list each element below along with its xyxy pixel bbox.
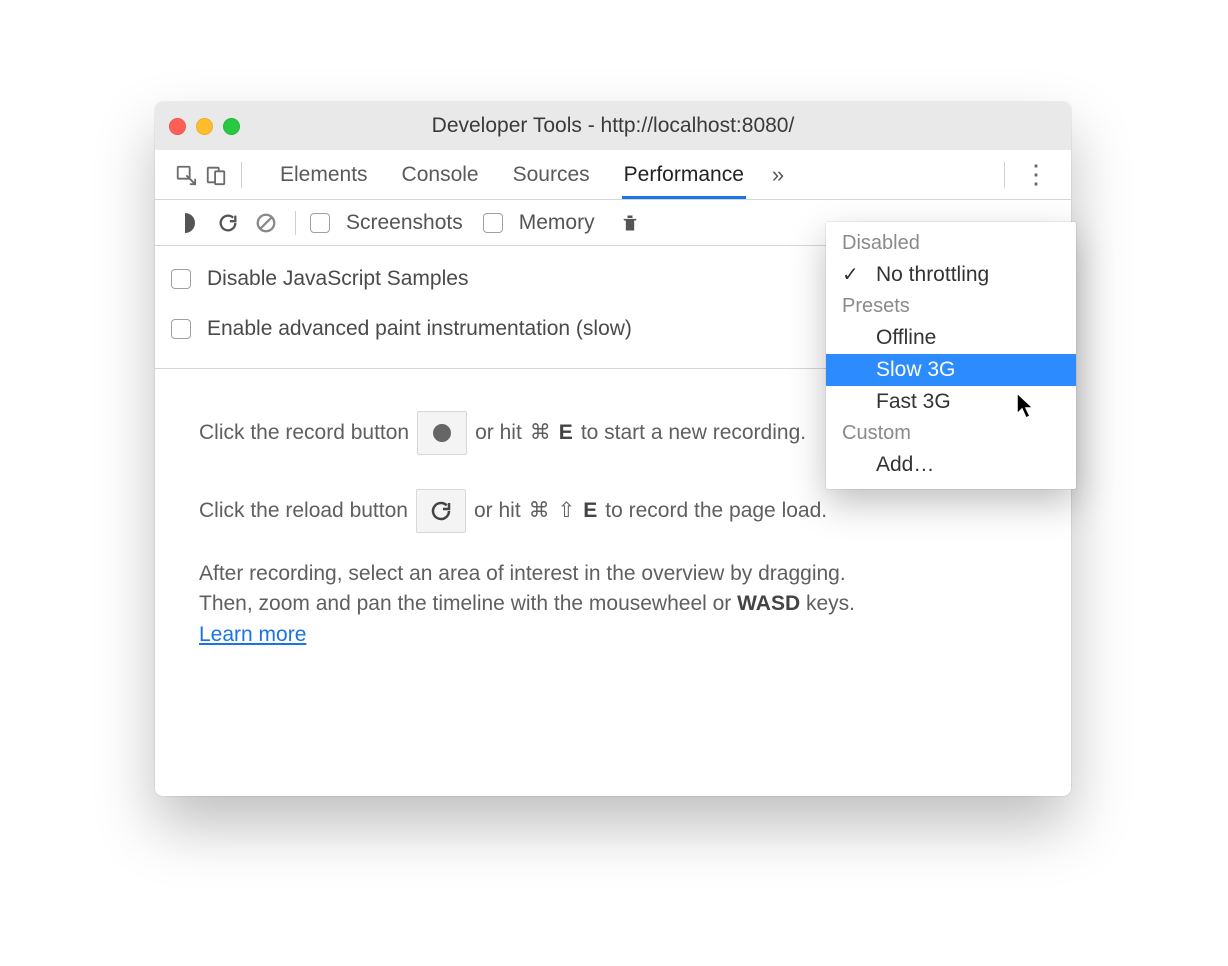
panel-tabs: Elements Console Sources Performance: [278, 151, 746, 199]
record-button[interactable]: [175, 208, 205, 238]
titlebar: Developer Tools - http://localhost:8080/: [155, 102, 1071, 150]
inspect-element-icon[interactable]: [171, 160, 201, 190]
reload-hint-mid: or hit: [474, 496, 521, 526]
tab-elements[interactable]: Elements: [278, 151, 370, 199]
more-options-button[interactable]: ⋮: [1015, 159, 1057, 190]
dropdown-item-add[interactable]: Add…: [826, 449, 1076, 481]
screenshots-label: Screenshots: [346, 211, 463, 235]
learn-more-link[interactable]: Learn more: [199, 623, 306, 646]
network-throttling-dropdown[interactable]: Disabled No throttling Presets Offline S…: [826, 222, 1076, 489]
shortcut-key: E: [559, 418, 573, 448]
record-hint-prefix: Click the record button: [199, 418, 409, 448]
memory-label: Memory: [519, 211, 595, 235]
dropdown-item-slow-3g[interactable]: Slow 3G: [826, 354, 1076, 386]
cmd-icon: ⌘: [530, 418, 551, 448]
reload-record-button[interactable]: [213, 208, 243, 238]
record-hint-mid: or hit: [475, 418, 522, 448]
clear-button[interactable]: [251, 208, 281, 238]
separator: [295, 211, 296, 235]
shortcut-key: E: [583, 496, 597, 526]
record-button-inline[interactable]: [417, 411, 467, 455]
tab-sources[interactable]: Sources: [511, 151, 592, 199]
reload-button-inline[interactable]: [416, 489, 466, 533]
tab-performance[interactable]: Performance: [622, 151, 746, 199]
dropdown-group-presets: Presets: [826, 291, 1076, 322]
separator: [1004, 162, 1005, 188]
dropdown-item-offline[interactable]: Offline: [826, 322, 1076, 354]
help-text-line1: After recording, select an area of inter…: [199, 559, 1027, 589]
record-hint-suffix: to start a new recording.: [581, 418, 806, 448]
dropdown-item-no-throttling[interactable]: No throttling: [826, 259, 1076, 291]
reload-hint-suffix: to record the page load.: [605, 496, 827, 526]
dropdown-group-disabled: Disabled: [826, 228, 1076, 259]
reload-hint-prefix: Click the reload button: [199, 496, 408, 526]
dropdown-item-fast-3g[interactable]: Fast 3G: [826, 386, 1076, 418]
disable-js-samples-checkbox[interactable]: [171, 269, 191, 289]
dropdown-group-custom: Custom: [826, 418, 1076, 449]
window-title: Developer Tools - http://localhost:8080/: [155, 114, 1071, 138]
tabs-overflow-button[interactable]: »: [772, 162, 784, 188]
record-dot-icon: [433, 424, 451, 442]
devtools-window: Developer Tools - http://localhost:8080/…: [155, 102, 1071, 796]
cmd-icon: ⌘: [529, 496, 550, 526]
panel-tabbar: Elements Console Sources Performance » ⋮: [155, 150, 1071, 200]
device-toolbar-icon[interactable]: [201, 160, 231, 190]
reload-icon: [429, 499, 453, 523]
memory-checkbox[interactable]: [483, 213, 503, 233]
separator: [241, 162, 242, 188]
help-text-line2: Then, zoom and pan the timeline with the…: [199, 589, 1027, 619]
paint-instrumentation-checkbox[interactable]: [171, 319, 191, 339]
screenshots-checkbox[interactable]: [310, 213, 330, 233]
shift-icon: ⇧: [558, 496, 576, 526]
garbage-collect-icon[interactable]: [615, 208, 645, 238]
tab-console[interactable]: Console: [400, 151, 481, 199]
